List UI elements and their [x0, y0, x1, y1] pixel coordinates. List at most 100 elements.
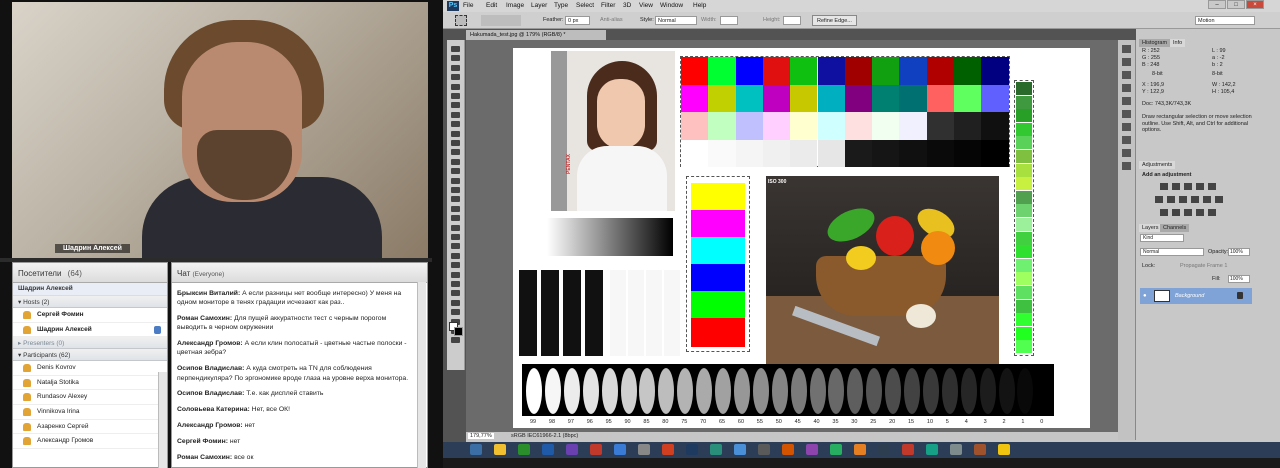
- tool-icon[interactable]: [451, 187, 460, 193]
- antialias-checkbox[interactable]: Anti-alias: [600, 17, 623, 23]
- eye-icon[interactable]: ●: [1143, 293, 1147, 299]
- menu-view[interactable]: View: [639, 2, 653, 9]
- chat-scrollbar[interactable]: [417, 282, 426, 468]
- taskbar-app-icon[interactable]: [926, 444, 938, 455]
- layer-filter-kind[interactable]: Kind: [1140, 234, 1184, 242]
- taskbar-app-icon[interactable]: [566, 444, 578, 455]
- panel-icon[interactable]: [1122, 97, 1131, 105]
- panel-icon[interactable]: [1122, 45, 1131, 53]
- tool-icon[interactable]: [451, 102, 460, 109]
- taskbar-app-icon[interactable]: [830, 444, 842, 455]
- tool-icon[interactable]: [451, 252, 460, 259]
- fill-input[interactable]: 100%: [1228, 275, 1250, 283]
- adjustment-icon[interactable]: [1184, 209, 1192, 216]
- panel-icon[interactable]: [1122, 149, 1131, 157]
- panel-icon[interactable]: [1122, 136, 1131, 144]
- adjustment-icon[interactable]: [1191, 196, 1199, 203]
- menu-edit[interactable]: Edit: [486, 2, 497, 9]
- taskbar-app-icon[interactable]: [518, 444, 530, 455]
- taskbar-app-icon[interactable]: [614, 444, 626, 455]
- refine-edge-button[interactable]: Refine Edge...: [812, 15, 857, 26]
- taskbar-app-icon[interactable]: [662, 444, 674, 455]
- tool-icon[interactable]: [451, 121, 460, 128]
- style-select[interactable]: Normal: [655, 16, 697, 25]
- opacity-input[interactable]: 100%: [1228, 248, 1250, 256]
- adjustment-icon[interactable]: [1196, 183, 1204, 190]
- adjustment-icon[interactable]: [1172, 209, 1180, 216]
- participant-row[interactable]: Denis Kovrov: [13, 361, 167, 376]
- tool-icon[interactable]: [451, 55, 460, 62]
- panel-icon[interactable]: [1122, 71, 1131, 79]
- taskbar-app-icon[interactable]: [710, 444, 722, 455]
- adjustment-icon[interactable]: [1167, 196, 1175, 203]
- tab-info[interactable]: Info: [1170, 39, 1186, 47]
- tab-histogram[interactable]: Histogram: [1139, 39, 1171, 47]
- participant-row[interactable]: Александр Громов: [13, 434, 167, 449]
- taskbar-app-icon[interactable]: [470, 444, 482, 455]
- tool-icon[interactable]: [451, 177, 460, 184]
- tool-icon[interactable]: [451, 271, 460, 278]
- adjustment-icon[interactable]: [1208, 183, 1216, 190]
- tool-icon[interactable]: [451, 149, 460, 156]
- minimize-icon[interactable]: –: [1208, 0, 1226, 9]
- close-icon[interactable]: ×: [1246, 0, 1264, 9]
- taskbar-app-icon[interactable]: [494, 444, 506, 455]
- tool-icon[interactable]: [451, 64, 460, 71]
- tool-icon[interactable]: [451, 281, 460, 287]
- tab-adjustments[interactable]: Adjustments: [1139, 161, 1176, 169]
- tool-icon[interactable]: [451, 196, 460, 203]
- tool-icon[interactable]: [451, 83, 460, 90]
- taskbar-app-icon[interactable]: [638, 444, 650, 455]
- menu-file[interactable]: File: [463, 2, 473, 9]
- current-user[interactable]: Шадрин Алексей: [13, 283, 167, 296]
- taskbar-app-icon[interactable]: [950, 444, 962, 455]
- panel-icon[interactable]: [1122, 162, 1131, 170]
- tool-icon[interactable]: [451, 140, 460, 146]
- tool-icon[interactable]: [451, 337, 460, 344]
- taskbar-app-icon[interactable]: [878, 444, 890, 455]
- panel-icon[interactable]: [1122, 84, 1131, 92]
- taskbar-app-icon[interactable]: [590, 444, 602, 455]
- adjustment-icon[interactable]: [1203, 196, 1211, 203]
- participant-row[interactable]: Rundasov Alexey: [13, 390, 167, 405]
- taskbar-app-icon[interactable]: [806, 444, 818, 455]
- group-presenters[interactable]: ▸ Presenters (0): [13, 337, 167, 350]
- tool-icon[interactable]: [451, 158, 460, 165]
- adjustment-icon[interactable]: [1172, 183, 1180, 190]
- taskbar-app-icon[interactable]: [758, 444, 770, 455]
- adjustment-icon[interactable]: [1160, 209, 1168, 216]
- attendees-scrollbar[interactable]: [158, 372, 167, 468]
- zoom-level[interactable]: 179,77%: [468, 433, 494, 439]
- adjustment-icon[interactable]: [1155, 196, 1163, 203]
- document-tab[interactable]: Hakumada_test.jpg @ 179% (RGB/8) *: [466, 30, 606, 40]
- menu-layer[interactable]: Layer: [531, 2, 547, 9]
- taskbar-app-icon[interactable]: [974, 444, 986, 455]
- tool-icon[interactable]: [451, 243, 460, 250]
- menu-3d[interactable]: 3D: [623, 2, 631, 9]
- panel-icon[interactable]: [1122, 58, 1131, 66]
- panel-icon[interactable]: [1122, 123, 1131, 131]
- taskbar-app-icon[interactable]: [902, 444, 914, 455]
- workspace-select[interactable]: Motion: [1195, 16, 1255, 25]
- tool-icon[interactable]: [451, 130, 460, 137]
- panel-icon[interactable]: [1122, 110, 1131, 118]
- menu-type[interactable]: Type: [554, 2, 568, 9]
- tool-icon[interactable]: [451, 111, 460, 118]
- tab-channels[interactable]: Channels: [1160, 224, 1190, 232]
- taskbar-app-icon[interactable]: [686, 444, 698, 455]
- chat-scope[interactable]: (Everyone): [193, 271, 225, 278]
- menu-image[interactable]: Image: [506, 2, 524, 9]
- adjustment-icon[interactable]: [1215, 196, 1223, 203]
- tool-icon[interactable]: [451, 299, 460, 306]
- tool-icon[interactable]: [451, 234, 460, 240]
- tool-icon[interactable]: [451, 262, 460, 269]
- marquee-tool-icon[interactable]: [455, 15, 467, 26]
- adjustment-icon[interactable]: [1184, 183, 1192, 190]
- host-row[interactable]: Сергей Фомин: [13, 308, 167, 323]
- adjustment-icon[interactable]: [1208, 209, 1216, 216]
- maximize-icon[interactable]: □: [1227, 0, 1245, 9]
- tool-icon[interactable]: [451, 74, 460, 81]
- background-color-icon[interactable]: [454, 327, 463, 336]
- tool-icon[interactable]: [451, 290, 460, 297]
- taskbar-app-icon[interactable]: [542, 444, 554, 455]
